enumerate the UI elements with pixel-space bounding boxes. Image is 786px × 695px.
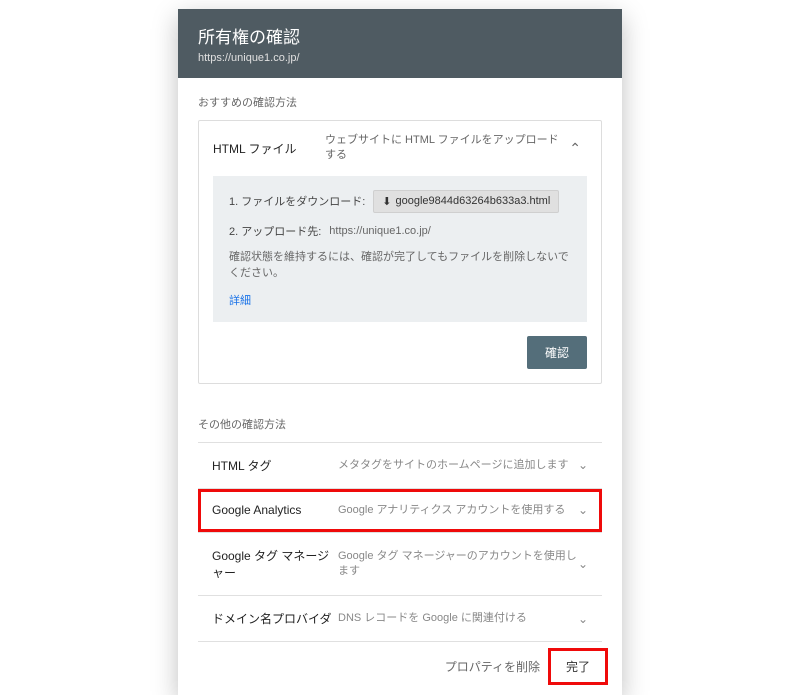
chevron-down-icon[interactable]: ⌄ (578, 458, 588, 472)
method-body: 1. ファイルをダウンロード: ⬇ google9844d63264b633a3… (213, 176, 587, 322)
verify-button[interactable]: 確認 (527, 336, 587, 369)
chevron-down-icon[interactable]: ⌄ (578, 557, 588, 571)
dialog-footer: プロパティを削除 完了 (178, 642, 622, 695)
method-desc: ウェブサイトに HTML ファイルをアップロードする (325, 133, 563, 164)
detail-link[interactable]: 詳細 (229, 292, 571, 308)
chevron-down-icon[interactable]: ⌄ (578, 503, 588, 517)
other-method-desc: メタタグをサイトのホームページに追加します (338, 458, 578, 473)
verify-row: 確認 (199, 336, 601, 383)
download-button[interactable]: ⬇ google9844d63264b633a3.html (373, 190, 559, 213)
done-wrap: 完了 (554, 652, 602, 681)
method-header[interactable]: HTML ファイル ウェブサイトに HTML ファイルをアップロードする ⌃ (199, 121, 601, 176)
done-button[interactable]: 完了 (554, 652, 602, 681)
other-method-title: Google Analytics (212, 503, 338, 517)
verify-ownership-dialog: 所有権の確認 https://unique1.co.jp/ おすすめの確認方法 … (178, 9, 622, 695)
download-icon: ⬇ (382, 195, 391, 208)
dialog-header: 所有権の確認 https://unique1.co.jp/ (178, 9, 622, 78)
dialog-title: 所有権の確認 (198, 23, 602, 48)
other-method-title: HTML タグ (212, 457, 338, 474)
recommended-label: おすすめの確認方法 (178, 78, 622, 120)
chevron-up-icon[interactable]: ⌃ (563, 140, 587, 157)
note-text: 確認状態を維持するには、確認が完了してもファイルを削除しないでください。 (229, 249, 571, 282)
step-2: 2. アップロード先: https://unique1.co.jp/ (229, 223, 571, 239)
remove-property-link[interactable]: プロパティを削除 (445, 658, 540, 675)
other-methods-label: その他の確認方法 (178, 400, 622, 442)
other-method-desc: Google アナリティクス アカウントを使用する (338, 503, 578, 518)
other-method-title: Google タグ マネージャー (212, 547, 338, 581)
step2-label: 2. アップロード先: (229, 223, 321, 239)
other-method-title: ドメイン名プロバイダ (212, 610, 338, 627)
upload-url-link[interactable]: https://unique1.co.jp/ (329, 225, 431, 237)
other-methods-list: HTML タグメタタグをサイトのホームページに追加します⌄Google Anal… (198, 442, 602, 642)
download-filename: google9844d63264b633a3.html (396, 195, 551, 207)
other-method-desc: DNS レコードを Google に関連付ける (338, 611, 578, 626)
method-title: HTML ファイル (213, 140, 325, 157)
other-method-row[interactable]: ドメイン名プロバイダDNS レコードを Google に関連付ける⌄ (198, 596, 602, 642)
other-method-desc: Google タグ マネージャーのアカウントを使用します (338, 549, 578, 580)
other-method-row[interactable]: HTML タグメタタグをサイトのホームページに追加します⌄ (198, 443, 602, 489)
html-file-method-card: HTML ファイル ウェブサイトに HTML ファイルをアップロードする ⌃ 1… (198, 120, 602, 384)
step1-label: 1. ファイルをダウンロード: (229, 193, 365, 209)
chevron-down-icon[interactable]: ⌄ (578, 612, 588, 626)
dialog-url: https://unique1.co.jp/ (198, 52, 602, 64)
other-method-row[interactable]: Google AnalyticsGoogle アナリティクス アカウントを使用す… (198, 489, 602, 533)
step-1: 1. ファイルをダウンロード: ⬇ google9844d63264b633a3… (229, 190, 571, 213)
